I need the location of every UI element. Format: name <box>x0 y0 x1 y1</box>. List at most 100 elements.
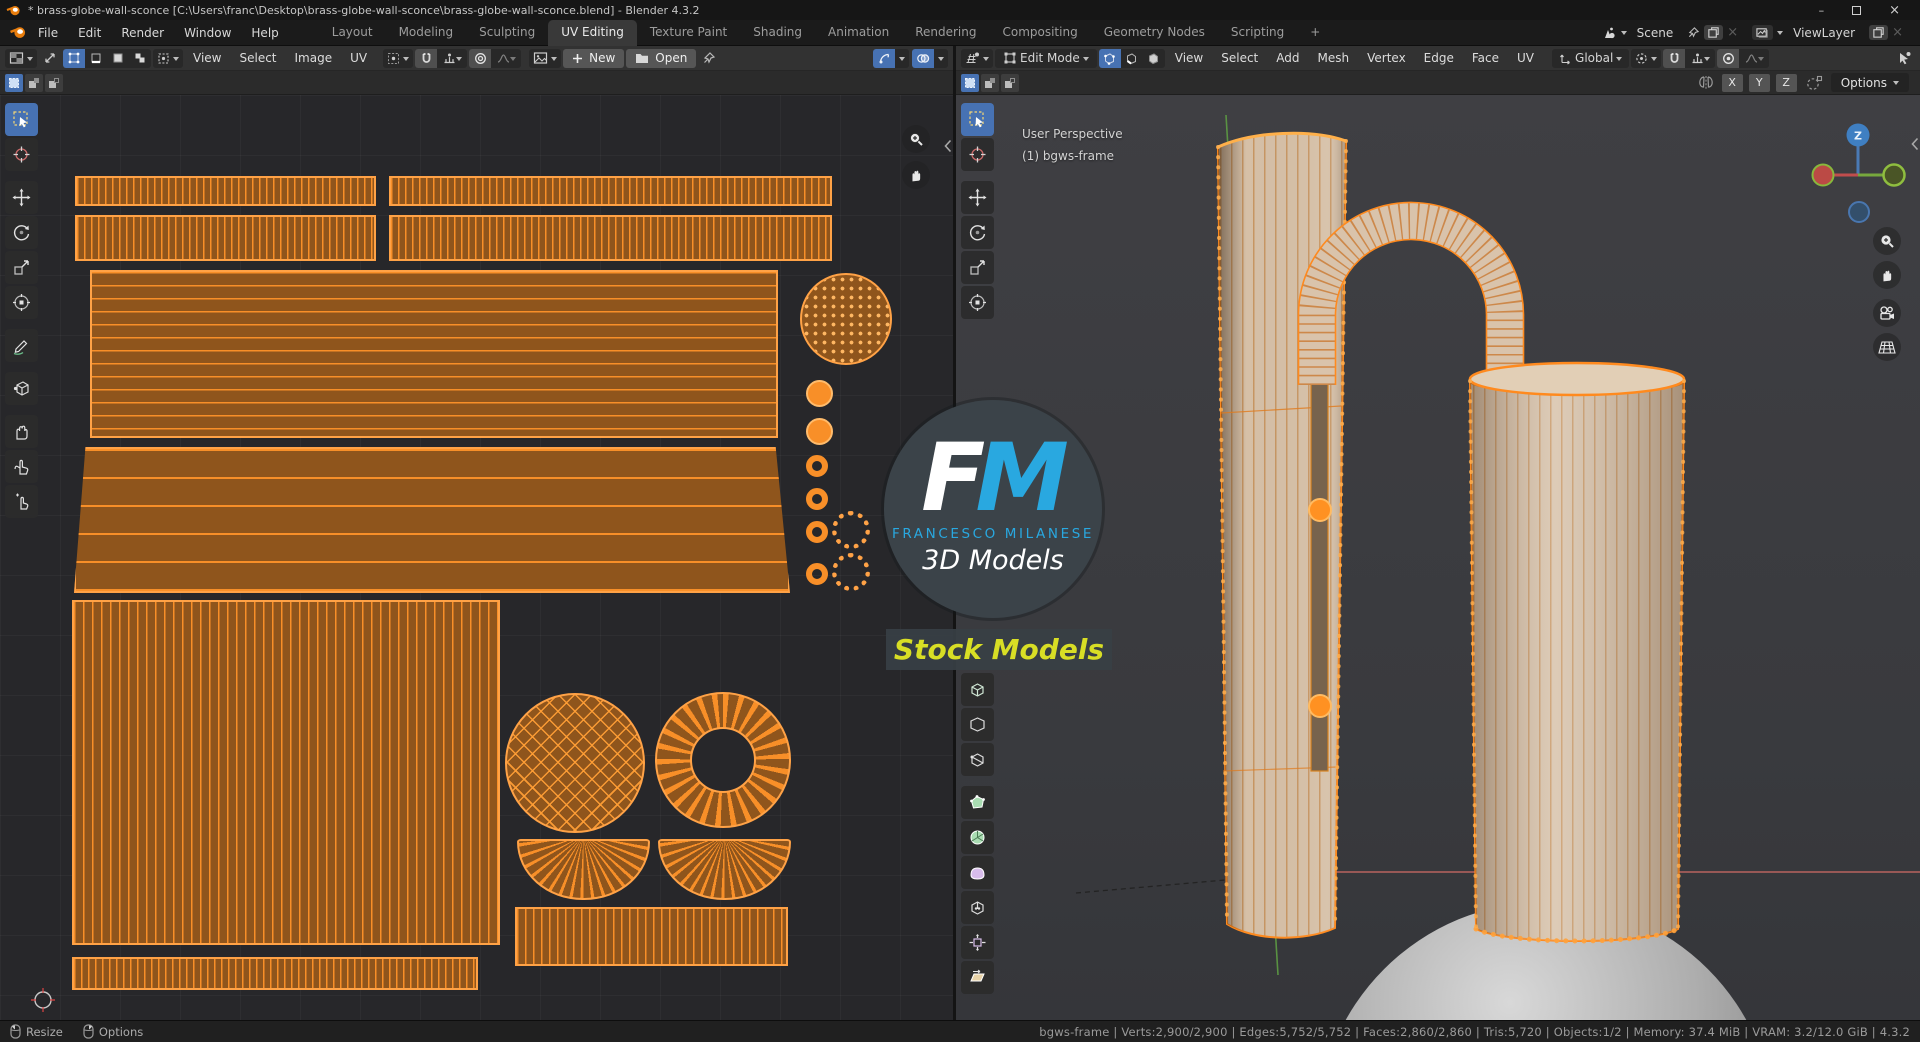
uv-island[interactable] <box>90 270 778 438</box>
select-extend-button[interactable] <box>981 73 999 92</box>
add-view-layer-button[interactable] <box>1869 25 1889 40</box>
tool-smooth[interactable] <box>961 856 994 889</box>
viewport-canvas[interactable]: User Perspective (1) bgws-frame Z <box>956 95 1920 1020</box>
view-layer-selector[interactable]: ViewLayer × <box>1747 24 1908 41</box>
blender-logo-icon[interactable] <box>8 25 28 40</box>
tab-texture-paint[interactable]: Texture Paint <box>637 20 740 46</box>
uv-sync-toggle[interactable] <box>39 49 61 68</box>
image-pin-toggle[interactable] <box>698 49 720 68</box>
tab-sculpting[interactable]: Sculpting <box>466 20 548 46</box>
vp-menu-uv[interactable]: UV <box>1509 51 1542 65</box>
menu-window[interactable]: Window <box>174 26 241 40</box>
mirror-icon[interactable] <box>1696 75 1716 90</box>
snap-toggle[interactable] <box>415 48 438 68</box>
tool-scale[interactable] <box>5 251 38 284</box>
uv-select-mode-vertex[interactable] <box>63 48 85 68</box>
tab-layout[interactable]: Layout <box>319 20 386 46</box>
vp-menu-add[interactable]: Add <box>1268 51 1307 65</box>
mirror-y-toggle[interactable]: Y <box>1748 73 1770 92</box>
gizmo-dropdown[interactable] <box>895 49 909 68</box>
uv-island[interactable] <box>806 563 828 585</box>
uv-menu-uv[interactable]: UV <box>342 51 375 65</box>
pivot-dropdown[interactable] <box>383 48 414 68</box>
new-scene-button[interactable] <box>1704 25 1724 40</box>
uv-island[interactable] <box>389 215 832 261</box>
sticky-select-dropdown[interactable] <box>153 48 183 68</box>
select-extend-button[interactable] <box>25 73 43 92</box>
uv-island[interactable] <box>806 418 833 445</box>
tool-inset-faces[interactable] <box>961 708 994 741</box>
tool-rotate[interactable] <box>5 216 38 249</box>
remove-view-layer-button[interactable]: × <box>1892 25 1903 40</box>
vp-menu-face[interactable]: Face <box>1464 51 1507 65</box>
tool-transform[interactable] <box>961 286 994 319</box>
editor-type-button[interactable] <box>5 48 37 68</box>
select-new-button[interactable] <box>961 73 979 92</box>
menu-edit[interactable]: Edit <box>68 26 111 40</box>
tab-rendering[interactable]: Rendering <box>902 20 989 46</box>
tab-compositing[interactable]: Compositing <box>989 20 1090 46</box>
tool-transform[interactable] <box>5 286 38 319</box>
uv-island[interactable] <box>72 957 478 990</box>
menu-file[interactable]: File <box>28 26 68 40</box>
uv-menu-image[interactable]: Image <box>287 51 341 65</box>
tool-shear[interactable] <box>961 961 994 994</box>
uv-2d-cursor[interactable] <box>30 987 56 1013</box>
tab-shading[interactable]: Shading <box>740 20 815 46</box>
tab-scripting[interactable]: Scripting <box>1218 20 1297 46</box>
show-overlays-toggle[interactable] <box>912 48 934 68</box>
tool-cursor[interactable] <box>961 138 994 171</box>
mode-dropdown[interactable]: Edit Mode <box>995 48 1097 68</box>
tool-select-box[interactable] <box>961 103 994 136</box>
editor-type-button[interactable] <box>961 48 993 68</box>
tool-spin[interactable] <box>961 821 994 854</box>
viewport-camera-button[interactable] <box>1873 299 1901 327</box>
maximize-icon[interactable] <box>1852 5 1862 15</box>
tab-modeling[interactable]: Modeling <box>386 20 467 46</box>
uv-island[interactable] <box>806 380 833 407</box>
tool-extrude-region[interactable] <box>961 673 994 706</box>
selected-vertex-dot[interactable] <box>1308 694 1332 718</box>
vp-filter-button[interactable] <box>1893 49 1915 68</box>
uv-island[interactable] <box>389 176 832 206</box>
tool-grab[interactable] <box>5 415 38 448</box>
tool-rip-region[interactable] <box>5 372 38 405</box>
chevron-collapse-icon[interactable] <box>944 139 952 153</box>
image-open-button[interactable]: Open <box>626 48 697 68</box>
gizmo-y-axis[interactable] <box>1882 163 1906 187</box>
tool-move[interactable] <box>5 181 38 214</box>
tab-animation[interactable]: Animation <box>815 20 902 46</box>
snap-target-dropdown[interactable] <box>437 49 467 68</box>
uv-island[interactable] <box>658 839 791 900</box>
tool-scale[interactable] <box>961 251 994 284</box>
vp-menu-vertex[interactable]: Vertex <box>1359 51 1414 65</box>
uv-island[interactable] <box>74 447 790 593</box>
tool-rotate[interactable] <box>961 216 994 249</box>
vp-menu-mesh[interactable]: Mesh <box>1310 51 1358 65</box>
image-browse-dropdown[interactable] <box>529 48 562 68</box>
uv-island[interactable] <box>832 511 870 549</box>
overlays-dropdown[interactable] <box>934 49 948 68</box>
uv-select-mode-face[interactable] <box>107 49 129 68</box>
image-new-button[interactable]: New <box>563 48 625 68</box>
uv-zoom-button[interactable] <box>902 125 930 153</box>
mirror-x-toggle[interactable]: X <box>1721 73 1743 92</box>
uv-island[interactable] <box>515 907 788 966</box>
scene-selector[interactable]: Scene × <box>1596 24 1744 41</box>
add-workspace-button[interactable]: + <box>1297 20 1333 46</box>
unlink-scene-button[interactable]: × <box>1727 25 1738 40</box>
mesh-select-edge[interactable] <box>1121 49 1143 68</box>
mesh-select-vertex[interactable] <box>1098 48 1121 68</box>
vp-menu-view[interactable]: View <box>1167 51 1211 65</box>
gizmo-negative-z-axis[interactable] <box>1848 201 1870 223</box>
pin-icon[interactable] <box>1687 26 1700 39</box>
orientation-dropdown[interactable]: Global <box>1552 48 1630 68</box>
proportional-size-icon[interactable] <box>1805 75 1823 91</box>
menu-render[interactable]: Render <box>111 26 174 40</box>
vp-falloff-dropdown[interactable] <box>1739 49 1769 68</box>
mesh-select-face[interactable] <box>1143 49 1165 68</box>
uv-island[interactable] <box>517 839 650 900</box>
uv-island[interactable] <box>832 553 870 591</box>
uv-island[interactable] <box>655 692 791 828</box>
vp-menu-edge[interactable]: Edge <box>1416 51 1462 65</box>
